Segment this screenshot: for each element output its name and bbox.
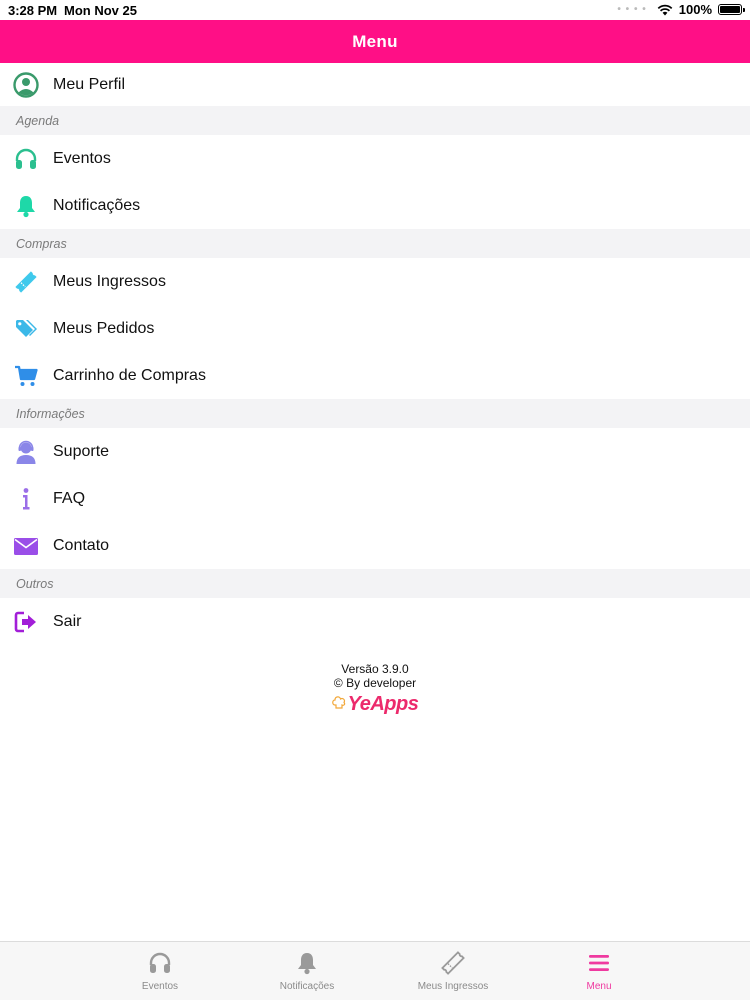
credit-text: © By developer bbox=[333, 676, 417, 690]
bell-icon bbox=[298, 953, 316, 975]
wifi-icon bbox=[657, 4, 673, 15]
menu-item-label: Meus Ingressos bbox=[53, 272, 166, 290]
envelope-icon bbox=[13, 533, 39, 559]
screen: 3:28 PM Mon Nov 25 • • • • 100% Menu Meu… bbox=[0, 0, 750, 1000]
section-header-outros: Outros bbox=[0, 569, 750, 598]
user-circle-icon bbox=[13, 71, 39, 98]
status-bar: 3:28 PM Mon Nov 25 • • • • 100% bbox=[0, 0, 750, 20]
battery-percentage: 100% bbox=[678, 2, 712, 17]
tab-menu[interactable]: Menu bbox=[549, 950, 649, 992]
tab-label: Menu bbox=[586, 981, 612, 992]
menu-item-faq[interactable]: FAQ bbox=[0, 475, 750, 522]
menu-item-notificacoes[interactable]: Notificações bbox=[0, 182, 750, 229]
menu-item-meu-perfil[interactable]: Meu Perfil bbox=[0, 63, 750, 106]
logo-text: YeApps bbox=[347, 693, 419, 715]
multitask-dots-icon: • • • • bbox=[617, 4, 647, 15]
tab-meus-ingressos[interactable]: Meus Ingressos bbox=[403, 950, 503, 992]
tab-label: Eventos bbox=[141, 981, 179, 992]
sign-out-icon bbox=[13, 609, 39, 635]
headphones-icon bbox=[13, 146, 39, 172]
menu-item-sair[interactable]: Sair bbox=[0, 598, 750, 645]
ticket-icon bbox=[441, 951, 465, 975]
tags-icon bbox=[13, 316, 39, 342]
menu-icon bbox=[589, 955, 609, 971]
app-info: Versão 3.9.0 © By developer YeApps bbox=[0, 662, 750, 717]
menu-item-meus-pedidos[interactable]: Meus Pedidos bbox=[0, 305, 750, 352]
tab-bar: Eventos Notificações Meus Ingressos Menu bbox=[0, 941, 750, 1000]
section-header-compras: Compras bbox=[0, 229, 750, 258]
menu-item-contato[interactable]: Contato bbox=[0, 522, 750, 569]
status-right: • • • • 100% bbox=[617, 2, 745, 17]
version-text: Versão 3.9.0 bbox=[341, 662, 409, 676]
menu-item-label: Suporte bbox=[53, 442, 110, 460]
section-header-informacoes: Informações bbox=[0, 399, 750, 428]
menu-item-label: Eventos bbox=[53, 149, 111, 167]
headphones-icon bbox=[149, 952, 171, 973]
menu-list: Meu Perfil Agenda Eventos Notificações C… bbox=[0, 63, 750, 645]
header: Menu bbox=[0, 20, 750, 63]
tab-label: Meus Ingressos bbox=[417, 981, 489, 992]
tab-label: Notificações bbox=[279, 981, 335, 992]
status-time: 3:28 PM bbox=[8, 3, 58, 18]
tab-eventos[interactable]: Eventos bbox=[110, 950, 210, 992]
menu-item-carrinho[interactable]: Carrinho de Compras bbox=[0, 352, 750, 399]
bell-icon bbox=[13, 193, 39, 219]
cart-icon bbox=[13, 363, 39, 389]
chef-hat-icon bbox=[331, 696, 345, 709]
menu-item-label: Carrinho de Compras bbox=[53, 366, 206, 384]
page-title: Menu bbox=[352, 31, 398, 51]
info-icon bbox=[13, 486, 39, 512]
menu-item-label: Contato bbox=[53, 536, 110, 554]
ticket-icon bbox=[13, 269, 39, 295]
menu-item-label: FAQ bbox=[53, 489, 86, 507]
section-header-agenda: Agenda bbox=[0, 106, 750, 135]
support-agent-icon bbox=[13, 439, 39, 465]
menu-item-label: Meu Perfil bbox=[53, 75, 126, 93]
yeapps-logo: YeApps bbox=[331, 693, 419, 715]
battery-icon bbox=[718, 4, 745, 15]
menu-item-label: Meus Pedidos bbox=[53, 319, 155, 337]
status-date: Mon Nov 25 bbox=[64, 3, 137, 18]
menu-item-label: Notificações bbox=[53, 196, 141, 214]
menu-item-eventos[interactable]: Eventos bbox=[0, 135, 750, 182]
menu-item-suporte[interactable]: Suporte bbox=[0, 428, 750, 475]
menu-item-meus-ingressos[interactable]: Meus Ingressos bbox=[0, 258, 750, 305]
menu-item-label: Sair bbox=[53, 612, 82, 630]
tab-notificacoes[interactable]: Notificações bbox=[257, 950, 357, 992]
